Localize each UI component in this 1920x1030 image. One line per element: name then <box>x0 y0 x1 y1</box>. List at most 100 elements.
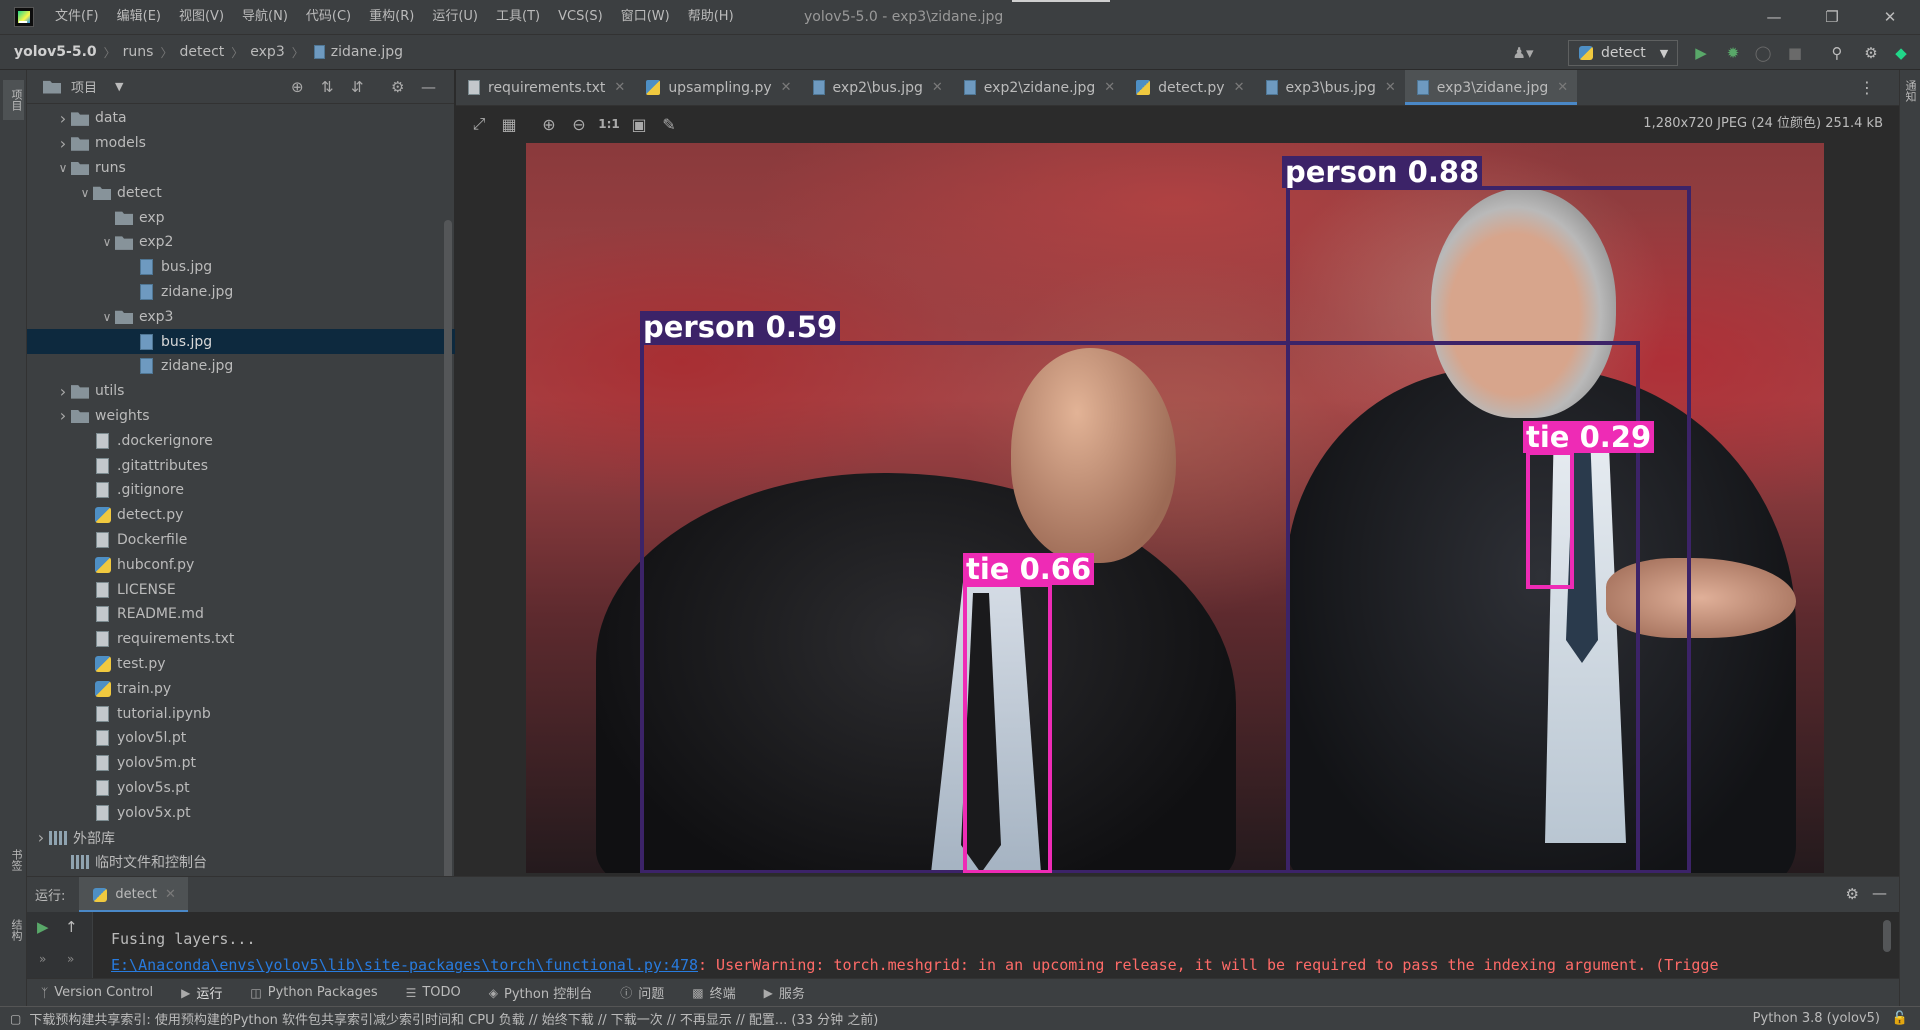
close-tab-icon[interactable]: ✕ <box>932 80 943 95</box>
locate-file-icon[interactable]: ⊕ <box>291 78 304 96</box>
chevron-right-icon[interactable]: › <box>55 134 71 153</box>
tree-item[interactable]: bus.jpg <box>27 329 455 354</box>
toggle-tool-windows-icon[interactable]: ▢ <box>10 1012 21 1026</box>
menu-tools[interactable]: 工具(T) <box>487 0 549 34</box>
chevron-right-icon[interactable]: › <box>33 828 49 847</box>
tree-item[interactable]: › 外部库 <box>27 825 455 850</box>
tree-item[interactable]: .dockerignore <box>27 428 455 453</box>
search-icon[interactable]: ⚲ <box>1826 42 1848 64</box>
restore-button[interactable]: ❐ <box>1804 0 1860 34</box>
coverage-button[interactable]: ◯ <box>1752 42 1774 64</box>
menu-file[interactable]: 文件(F) <box>46 0 108 34</box>
close-tab-icon[interactable]: ✕ <box>1557 80 1568 95</box>
toggle-grid-icon[interactable]: ▦ <box>494 111 524 137</box>
console-file-link[interactable]: E:\Anaconda\envs\yolov5\lib\site-package… <box>111 956 698 974</box>
tree-item[interactable]: tutorial.ipynb <box>27 701 455 726</box>
tree-item[interactable]: ∨ exp2 <box>27 230 455 255</box>
tree-item[interactable]: yolov5l.pt <box>27 726 455 751</box>
tree-item[interactable]: hubconf.py <box>27 552 455 577</box>
tree-item[interactable]: › weights <box>27 404 455 429</box>
more-actions-icon[interactable]: » <box>67 952 74 966</box>
tree-item[interactable]: › data <box>27 106 455 131</box>
tool-run[interactable]: ▶ 运行 <box>181 983 222 1003</box>
tool-version-control[interactable]: ᛉ Version Control <box>41 985 153 1000</box>
chevron-right-icon[interactable]: › <box>55 406 71 425</box>
chevron-down-icon[interactable]: ∨ <box>99 235 115 249</box>
breadcrumb-runs[interactable]: runs <box>123 44 154 60</box>
actual-size-icon[interactable]: 1:1 <box>594 111 624 137</box>
tool-services[interactable]: ▶ 服务 <box>764 983 805 1003</box>
chevron-right-icon[interactable]: › <box>55 382 71 401</box>
chevron-down-icon[interactable]: ∨ <box>77 186 93 200</box>
tab-detect-py[interactable]: detect.py ✕ <box>1124 70 1253 105</box>
tab-exp2-bus-jpg[interactable]: exp2\bus.jpg ✕ <box>801 70 952 105</box>
jetbrains-toolbox-icon[interactable]: ◆ <box>1890 42 1912 64</box>
tree-item[interactable]: README.md <box>27 602 455 627</box>
menu-code[interactable]: 代码(C) <box>297 0 360 34</box>
run-tab-detect[interactable]: detect ✕ <box>79 876 188 913</box>
tree-item[interactable]: requirements.txt <box>27 627 455 652</box>
python-interpreter-selector[interactable]: Python 3.8 (yolov5) <box>1753 1007 1880 1030</box>
chevron-down-icon[interactable]: ∨ <box>55 161 71 175</box>
close-tab-icon[interactable]: ✕ <box>1104 80 1115 95</box>
breadcrumb-exp3[interactable]: exp3 <box>250 44 284 60</box>
bookmarks-tool-button[interactable]: 书签 <box>3 840 24 880</box>
project-tool-button[interactable]: 项目 <box>3 80 24 120</box>
close-window-button[interactable]: ✕ <box>1862 0 1918 34</box>
user-account-icon[interactable]: ♟▾ <box>1512 42 1534 64</box>
run-configuration-select[interactable]: detect ▼ <box>1568 40 1678 66</box>
collapse-all-icon[interactable]: ⇵ <box>351 78 364 96</box>
tab-upsampling-py[interactable]: upsampling.py ✕ <box>634 70 800 105</box>
tree-item[interactable]: .gitattributes <box>27 453 455 478</box>
console-scrollbar[interactable] <box>1883 920 1891 952</box>
rerun-icon[interactable]: ▶ <box>37 918 49 936</box>
run-settings-gear-icon[interactable]: ⚙ <box>1846 885 1859 903</box>
menu-navigate[interactable]: 导航(N) <box>233 0 297 34</box>
tool-terminal[interactable]: ▩ 终端 <box>692 983 735 1003</box>
fit-to-window-icon[interactable]: ⤢ <box>464 111 494 137</box>
run-console[interactable]: ▶ ↑ » » Fusing layers... E:\Anaconda\env… <box>27 912 1899 978</box>
menu-help[interactable]: 帮助(H) <box>679 0 743 34</box>
background-chessboard-icon[interactable]: ▣ <box>624 111 654 137</box>
project-scrollbar[interactable] <box>444 220 452 880</box>
hide-panel-icon[interactable]: — <box>1872 884 1887 902</box>
menu-edit[interactable]: 编辑(E) <box>108 0 170 34</box>
tree-item[interactable]: ∨ runs <box>27 156 455 181</box>
close-tab-icon[interactable]: ✕ <box>165 887 176 902</box>
tree-item[interactable]: train.py <box>27 676 455 701</box>
tool-python-console[interactable]: ◈ Python 控制台 <box>489 983 592 1003</box>
tree-item[interactable]: LICENSE <box>27 577 455 602</box>
close-tab-icon[interactable]: ✕ <box>614 80 625 95</box>
tool-problems[interactable]: ⓘ 问题 <box>620 983 664 1002</box>
menu-run[interactable]: 运行(U) <box>423 0 487 34</box>
zoom-in-icon[interactable]: ⊕ <box>534 111 564 137</box>
debug-button[interactable]: ✹ <box>1722 42 1744 64</box>
tree-item[interactable]: exp <box>27 205 455 230</box>
tool-todo[interactable]: ☰ TODO <box>406 985 461 1000</box>
settings-gear-icon[interactable]: ⚙ <box>1860 42 1882 64</box>
project-view-label[interactable]: 项目 <box>71 77 97 96</box>
tree-item[interactable]: zidane.jpg <box>27 354 455 379</box>
tree-item[interactable]: test.py <box>27 652 455 677</box>
more-tabs-icon[interactable]: ⋮ <box>1859 78 1875 97</box>
options-gear-icon[interactable]: ⚙ <box>391 78 404 96</box>
minimize-button[interactable]: — <box>1746 0 1802 34</box>
stop-button[interactable]: ■ <box>1784 42 1806 64</box>
lock-icon[interactable]: 🔓 <box>1892 1007 1908 1030</box>
notifications-tool-button[interactable]: 通知 <box>1902 80 1918 102</box>
close-tab-icon[interactable]: ✕ <box>781 80 792 95</box>
tree-item[interactable]: › models <box>27 131 455 156</box>
tree-item[interactable]: › utils <box>27 379 455 404</box>
menu-vcs[interactable]: VCS(S) <box>549 0 612 34</box>
menu-window[interactable]: 窗口(W) <box>612 0 679 34</box>
zoom-out-icon[interactable]: ⊖ <box>564 111 594 137</box>
tree-item[interactable]: yolov5m.pt <box>27 751 455 776</box>
menu-refactor[interactable]: 重构(R) <box>360 0 423 34</box>
tab-requirements-txt[interactable]: requirements.txt ✕ <box>456 70 634 105</box>
tree-item[interactable]: detect.py <box>27 503 455 528</box>
close-tab-icon[interactable]: ✕ <box>1385 80 1396 95</box>
run-button[interactable]: ▶ <box>1690 42 1712 64</box>
breadcrumb-detect[interactable]: detect <box>179 44 224 60</box>
tree-item[interactable]: yolov5s.pt <box>27 776 455 801</box>
tab-exp2-zidane-jpg[interactable]: exp2\zidane.jpg ✕ <box>952 70 1124 105</box>
